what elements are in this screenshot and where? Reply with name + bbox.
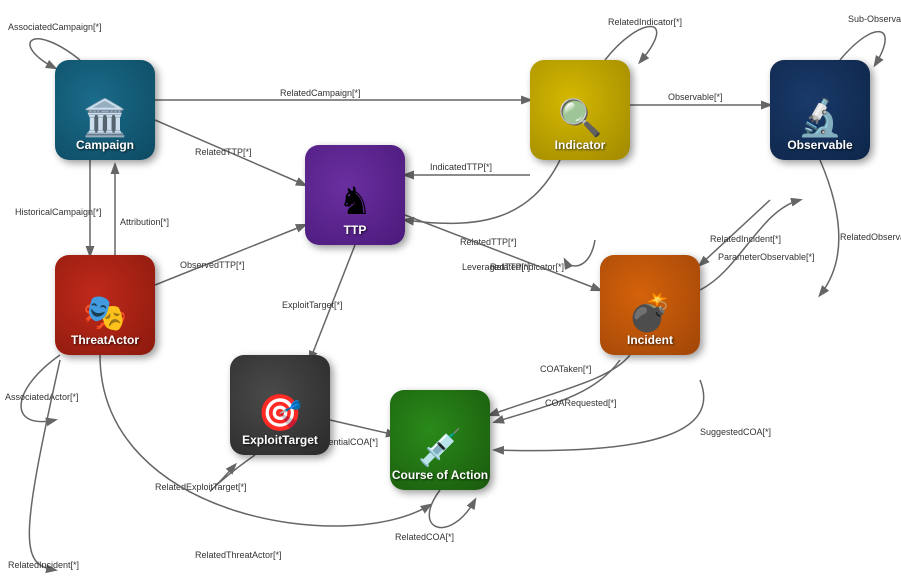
exploittarget-label: ExploitTarget	[242, 433, 318, 447]
node-exploittarget[interactable]: 🎯 ExploitTarget	[230, 355, 330, 455]
indicator-icon: 🔍	[558, 100, 603, 136]
label-associated-actor: AssociatedActor[*]	[5, 392, 79, 402]
label-related-campaign: RelatedCampaign[*]	[280, 88, 361, 98]
node-ttp[interactable]: ♞ TTP	[305, 145, 405, 245]
indicator-label: Indicator	[555, 138, 606, 152]
label-suggested-coa: SuggestedCOA[*]	[700, 427, 771, 437]
observable-label: Observable	[787, 138, 852, 152]
label-related-threat-actor: RelatedThreatActor[*]	[195, 550, 282, 560]
label-observable: Observable[*]	[668, 92, 723, 102]
label-coataken: COATaken[*]	[540, 364, 591, 374]
node-threatactor[interactable]: 🎭 ThreatActor	[55, 255, 155, 355]
node-indicator[interactable]: 🔍 Indicator	[530, 60, 630, 160]
label-exploit-target: ExploitTarget[*]	[282, 300, 343, 310]
observable-icon: 🔬	[798, 100, 843, 136]
campaign-icon: 🏛️	[83, 100, 128, 136]
coa-icon: 💉	[418, 430, 463, 466]
ttp-label: TTP	[344, 223, 367, 237]
threatactor-label: ThreatActor	[71, 333, 139, 347]
edge-related-observable	[820, 160, 839, 295]
edge-suggested-coa	[495, 380, 704, 451]
label-observed-ttp: ObservedTTP[*]	[180, 260, 245, 270]
exploittarget-icon: 🎯	[258, 395, 303, 431]
coa-label: Course of Action	[392, 468, 488, 482]
label-related-coa: RelatedCOA[*]	[395, 532, 454, 542]
incident-icon: 💣	[628, 295, 673, 331]
label-campaign-relatedttp: RelatedTTP[*]	[195, 147, 252, 157]
label-related-exploit-target: RelatedExploitTarget[*]	[155, 482, 247, 492]
label-indicator-relatedttp: RelatedTTP[*]	[460, 237, 517, 247]
node-coa[interactable]: 💉 Course of Action	[390, 390, 490, 490]
node-observable[interactable]: 🔬 Observable	[770, 60, 870, 160]
node-campaign[interactable]: 🏛️ Campaign	[55, 60, 155, 160]
ttp-icon: ♞	[338, 183, 372, 221]
edge-leveraged-ttp	[405, 215, 600, 290]
label-related-observable: RelatedObservable[*]	[840, 232, 901, 242]
diagram-container: AssociatedCampaign[*] RelatedCampaign[*]…	[0, 0, 901, 585]
threatactor-icon: 🎭	[83, 295, 128, 331]
label-associated-campaign: AssociatedCampaign[*]	[8, 22, 102, 32]
edge-related-indicator2	[565, 240, 595, 266]
label-related-incident-ta: RelatedIncident[*]	[8, 560, 79, 570]
label-related-indicator-self: RelatedIndicator[*]	[608, 17, 682, 27]
incident-label: Incident	[627, 333, 673, 347]
label-leveraged-ttp: LeveragedTTP[*]	[462, 262, 530, 272]
label-sub-observable: Sub-Observable[*]	[848, 14, 901, 24]
label-historical-campaign: HistoricalCampaign[*]	[15, 207, 102, 217]
label-parameter-observable: ParameterObservable[*]	[718, 252, 815, 262]
label-attribution: Attribution[*]	[120, 217, 169, 227]
edge-observed-ttp	[155, 225, 305, 285]
label-related-incident-obs: RelatedIncident[*]	[710, 234, 781, 244]
edge-parameter-observable	[700, 200, 800, 290]
label-indicatedttp: IndicatedTTP[*]	[430, 162, 492, 172]
edge-related-indicator-self	[605, 26, 657, 62]
node-incident[interactable]: 💣 Incident	[600, 255, 700, 355]
edge-related-coa	[429, 490, 475, 528]
campaign-label: Campaign	[76, 138, 134, 152]
label-coarequested: COARequested[*]	[545, 398, 617, 408]
edge-potential-coa	[330, 420, 395, 435]
